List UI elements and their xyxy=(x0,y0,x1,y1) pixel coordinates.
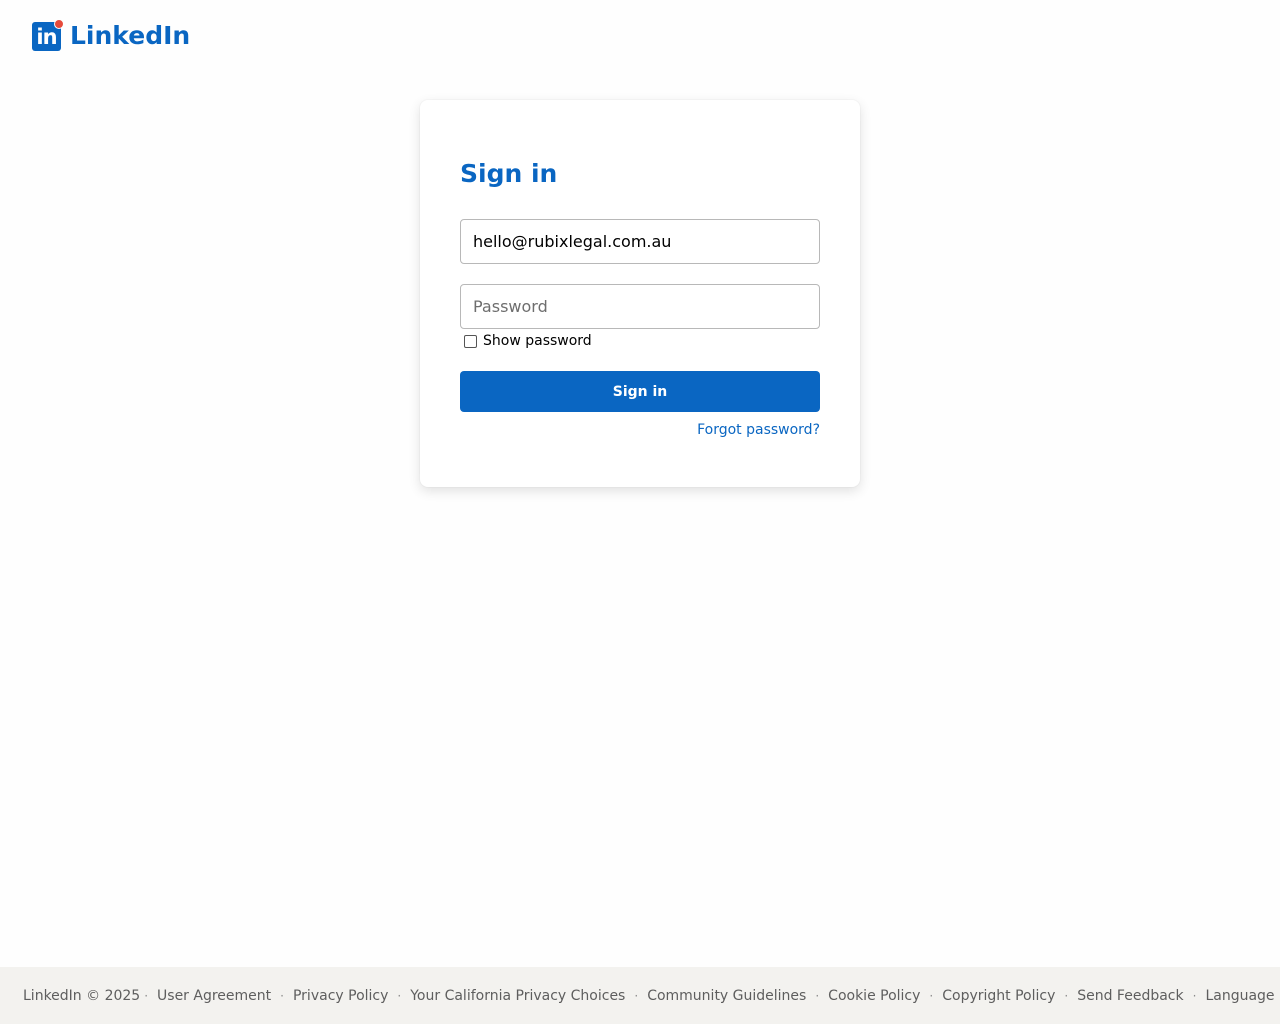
linkedin-logo[interactable]: in LinkedIn xyxy=(32,18,191,52)
sign-in-button[interactable]: Sign in xyxy=(460,371,820,412)
forgot-password-link[interactable]: Forgot password? xyxy=(697,420,820,440)
footer-separator: · xyxy=(280,988,284,1003)
notification-dot-icon xyxy=(54,18,64,29)
show-password-checkbox[interactable] xyxy=(464,334,477,348)
footer-separator: · xyxy=(1192,988,1197,1003)
footer-link-copyright-policy[interactable]: Copyright Policy xyxy=(942,986,1055,1006)
footer-separator: · xyxy=(929,988,934,1003)
footer-link-community-guidelines[interactable]: Community Guidelines xyxy=(647,986,806,1006)
footer-link-language[interactable]: Language xyxy=(1205,986,1274,1006)
password-field[interactable] xyxy=(460,284,820,329)
linkedin-logo-icon: in xyxy=(32,18,64,51)
footer-separator: · xyxy=(144,988,149,1003)
show-password-label: Show password xyxy=(483,333,592,349)
footer-separator: · xyxy=(634,988,639,1003)
logo-glyph: in xyxy=(36,24,57,49)
footer-link-send-feedback[interactable]: Send Feedback xyxy=(1077,986,1183,1006)
show-password-toggle[interactable]: Show password xyxy=(464,332,592,350)
logo-wordmark: LinkedIn xyxy=(70,21,191,50)
signin-card: Sign in Show password Sign in Forgot pas… xyxy=(420,100,860,487)
footer: LinkedIn © 2025 · User Agreement · Priva… xyxy=(0,967,1280,1024)
footer-separator: · xyxy=(815,988,820,1003)
footer-copyright: LinkedIn © 2025 xyxy=(23,987,141,1004)
footer-separator: · xyxy=(1064,988,1069,1003)
email-field[interactable] xyxy=(460,219,820,264)
footer-link-privacy-policy[interactable]: Privacy Policy xyxy=(293,986,388,1006)
footer-link-cookie-policy[interactable]: Cookie Policy xyxy=(828,986,920,1006)
footer-link-california-privacy[interactable]: Your California Privacy Choices xyxy=(410,986,625,1006)
footer-link-user-agreement[interactable]: User Agreement xyxy=(157,986,271,1006)
signin-title: Sign in xyxy=(460,159,558,188)
footer-separator: · xyxy=(397,988,402,1003)
